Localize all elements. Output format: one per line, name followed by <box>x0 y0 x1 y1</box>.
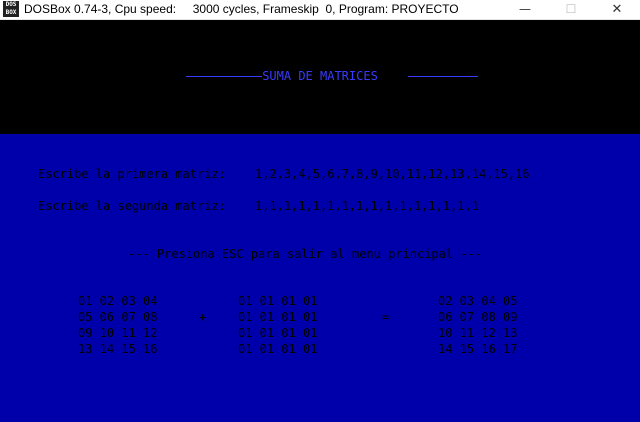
window-title: DOSBox 0.74-3, Cpu speed: 3000 cycles, F… <box>24 2 459 16</box>
prompt-second-matrix-label: Escribe la segunda matriz: <box>38 199 226 213</box>
dos-screen[interactable]: SUMA DE MATRICES Escribe la primera matr… <box>0 20 640 422</box>
dosbox-app-icon[interactable]: DOS BOX <box>3 1 19 17</box>
matrix-result-row: 02 03 04 05 <box>438 294 518 308</box>
matrix-b-row: 01 01 01 01 <box>238 326 318 340</box>
esc-hint: --- Presiona ESC para salir al menu prin… <box>128 247 483 261</box>
matrix-result-row: 06 07 08 09 <box>438 310 518 324</box>
equals-operator: = <box>382 310 390 324</box>
matrix-b-row: 01 01 01 01 <box>238 294 318 308</box>
header-band: SUMA DE MATRICES <box>0 20 640 134</box>
matrix-b-row: 01 01 01 01 <box>238 342 318 356</box>
maximize-button[interactable]: ☐ <box>548 0 594 19</box>
minimize-button[interactable]: — <box>502 0 548 19</box>
screen-title: SUMA DE MATRICES <box>262 69 378 83</box>
matrix-a-row: 01 02 03 04 <box>78 294 158 308</box>
matrix-a-row: 13 14 15 16 <box>78 342 158 356</box>
matrix-a-row: 09 10 11 12 <box>78 326 158 340</box>
prompt-first-matrix-value: 1,2,3,4,5,6,7,8,9,10,11,12,13,14,15,16 <box>255 167 530 181</box>
matrix-b-row: 01 01 01 01 <box>238 310 318 324</box>
plus-operator: + <box>199 310 207 324</box>
matrix-result-row: 14 15 16 17 <box>438 342 518 356</box>
window-titlebar[interactable]: DOS BOX DOSBox 0.74-3, Cpu speed: 3000 c… <box>0 0 640 20</box>
close-button[interactable]: ✕ <box>594 0 640 19</box>
prompt-second-matrix-value: 1,1,1,1,1,1,1,1,1,1,1,1,1,1,1,1 <box>255 199 479 213</box>
matrix-a-row: 05 06 07 08 <box>78 310 158 324</box>
title-rule-right <box>408 76 478 77</box>
prompt-first-matrix-label: Escribe la primera matriz: <box>38 167 226 181</box>
matrix-result-row: 10 11 12 13 <box>438 326 518 340</box>
